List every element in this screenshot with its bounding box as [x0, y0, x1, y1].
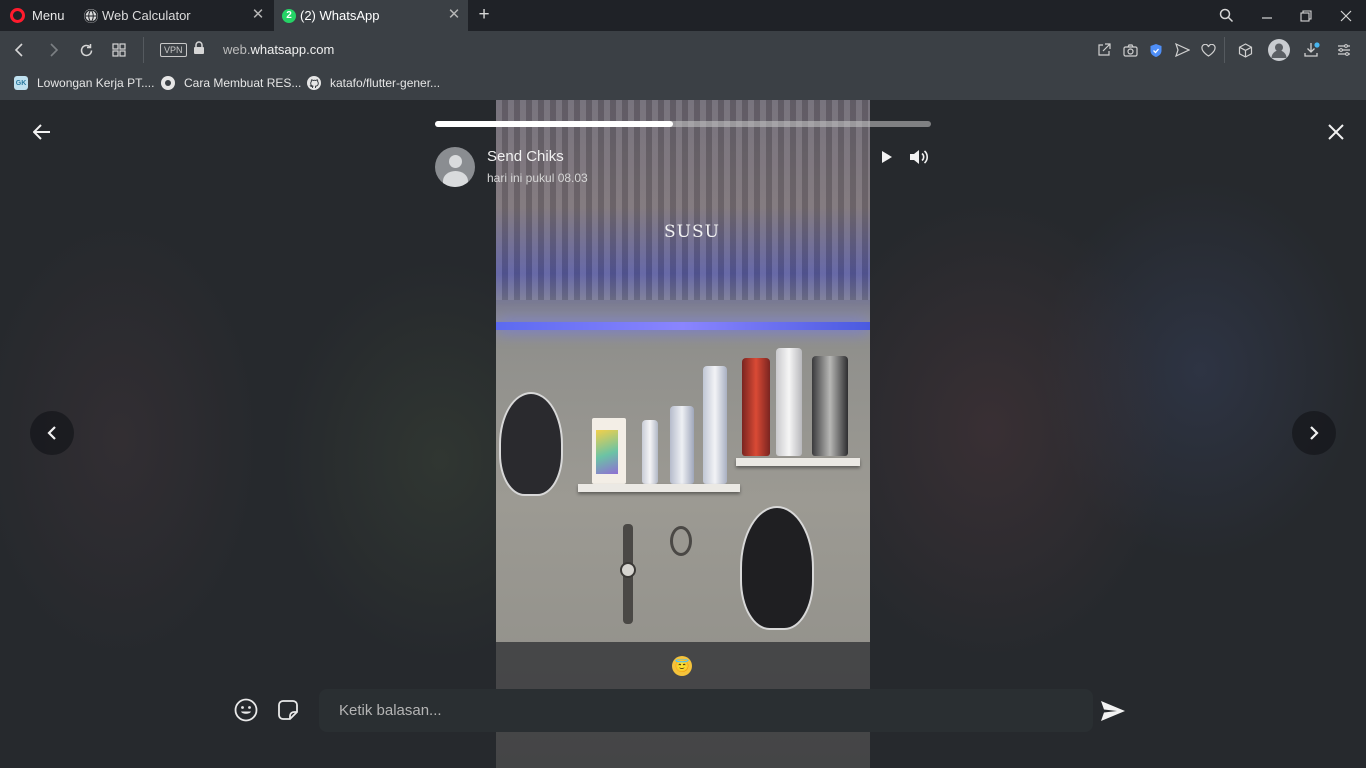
vpn-badge[interactable]: VPN [160, 43, 187, 57]
tab-bar: Menu Web Calculator ✕ 2 (2) WhatsApp ✕ + [0, 0, 1366, 31]
volume-icon[interactable] [907, 147, 931, 167]
bottle [812, 356, 848, 456]
bottle [670, 406, 694, 484]
forward-button[interactable] [40, 31, 66, 69]
reply-input[interactable] [339, 689, 1079, 732]
next-status-button[interactable] [1292, 411, 1336, 455]
sticker-icon[interactable] [276, 698, 300, 722]
previous-status-button[interactable] [30, 411, 74, 455]
tab-badge: 2 [286, 10, 292, 21]
ceiling-texture [496, 100, 870, 300]
tab-web-calculator[interactable]: Web Calculator ✕ [76, 0, 272, 31]
download-icon[interactable] [1302, 40, 1322, 60]
bookmarks-bar: GK Lowongan Kerja PT.... Cara Membuat RE… [0, 69, 1366, 100]
easy-setup-icon[interactable] [1334, 40, 1354, 60]
tab-title: (2) WhatsApp [300, 8, 380, 23]
url-prefix: web. [223, 42, 251, 57]
tab-close-icon[interactable]: ✕ [250, 7, 266, 23]
bookmark-cara-membuat[interactable]: Cara Membuat RES... [161, 69, 301, 97]
status-progress-fill [435, 121, 674, 127]
cap-right [740, 506, 814, 630]
status-caption: 😇 [672, 656, 692, 676]
shelf [578, 484, 740, 492]
send-reply-icon[interactable] [1099, 698, 1127, 724]
contact-name[interactable]: Send Chiks [487, 148, 564, 165]
chevron-left-icon [47, 426, 56, 440]
minimize-button[interactable] [1247, 0, 1287, 31]
led-strip [496, 322, 870, 330]
tab-title: Web Calculator [102, 8, 191, 23]
extensions-cube-icon[interactable] [1235, 40, 1255, 60]
lock-icon[interactable] [193, 41, 205, 55]
avatar[interactable] [435, 147, 475, 187]
emoji-icon[interactable] [233, 697, 259, 723]
bottle [642, 420, 658, 484]
bookmark-label: Lowongan Kerja PT.... [37, 76, 155, 90]
chevron-right-icon [1310, 426, 1319, 440]
bottle [703, 366, 727, 484]
whatsapp-icon: 2 [282, 8, 296, 23]
bookmark-katafo-flutter[interactable]: katafo/flutter-gener... [307, 69, 440, 97]
reload-button[interactable] [73, 31, 99, 69]
tab-whatsapp[interactable]: 2 (2) WhatsApp ✕ [274, 0, 468, 31]
new-tab-button[interactable]: + [474, 4, 494, 26]
opera-logo-icon [10, 8, 25, 23]
bookmark-favicon-icon [161, 76, 175, 90]
bookmark-label: katafo/flutter-gener... [330, 76, 441, 90]
close-status-icon[interactable] [1324, 120, 1348, 144]
profile-avatar-icon[interactable] [1268, 39, 1290, 61]
back-button[interactable] [7, 31, 33, 69]
back-arrow-icon[interactable] [30, 120, 54, 144]
bottle [742, 358, 770, 456]
url-domain: whatsapp.com [250, 42, 335, 57]
phone-box [592, 418, 626, 484]
address-divider [143, 37, 144, 63]
reply-box[interactable] [319, 689, 1093, 732]
toolbar-divider [1224, 37, 1225, 63]
globe-icon [84, 8, 98, 23]
share-icon[interactable] [1094, 40, 1114, 60]
status-timestamp: hari ini pukul 08.03 [487, 171, 588, 185]
bracelet [670, 526, 692, 556]
url-field[interactable]: web.whatsapp.com [223, 42, 334, 57]
play-icon[interactable] [878, 148, 896, 166]
status-image: SUSU 😇 [496, 100, 870, 768]
cap-left [499, 392, 563, 496]
menu-label: Menu [32, 8, 65, 23]
address-bar: VPN web.whatsapp.com [0, 31, 1366, 69]
bottle [776, 348, 802, 456]
restore-button[interactable] [1286, 0, 1326, 31]
send-icon[interactable] [1172, 40, 1192, 60]
status-viewer: SUSU 😇 Send Chiks hari ini pukul 08.03 [0, 100, 1366, 768]
status-progress-bar [435, 121, 931, 127]
speed-dial-icon[interactable] [106, 31, 132, 69]
watch-face [620, 562, 636, 578]
status-image-text: SUSU [664, 222, 720, 242]
search-tabs-icon[interactable] [1206, 0, 1246, 31]
bookmark-label: Cara Membuat RES... [184, 76, 302, 90]
tab-close-icon[interactable]: ✕ [446, 7, 462, 23]
shelf [736, 458, 860, 466]
heart-icon[interactable] [1198, 40, 1218, 60]
bookmark-lowongan-kerja[interactable]: GK Lowongan Kerja PT.... [14, 69, 154, 97]
github-icon [307, 76, 321, 90]
opera-menu-button[interactable]: Menu [0, 0, 74, 31]
shield-icon[interactable] [1146, 40, 1166, 60]
bookmark-favicon-icon: GK [14, 76, 28, 90]
close-window-button[interactable] [1326, 0, 1366, 31]
camera-snapshot-icon[interactable] [1120, 40, 1140, 60]
